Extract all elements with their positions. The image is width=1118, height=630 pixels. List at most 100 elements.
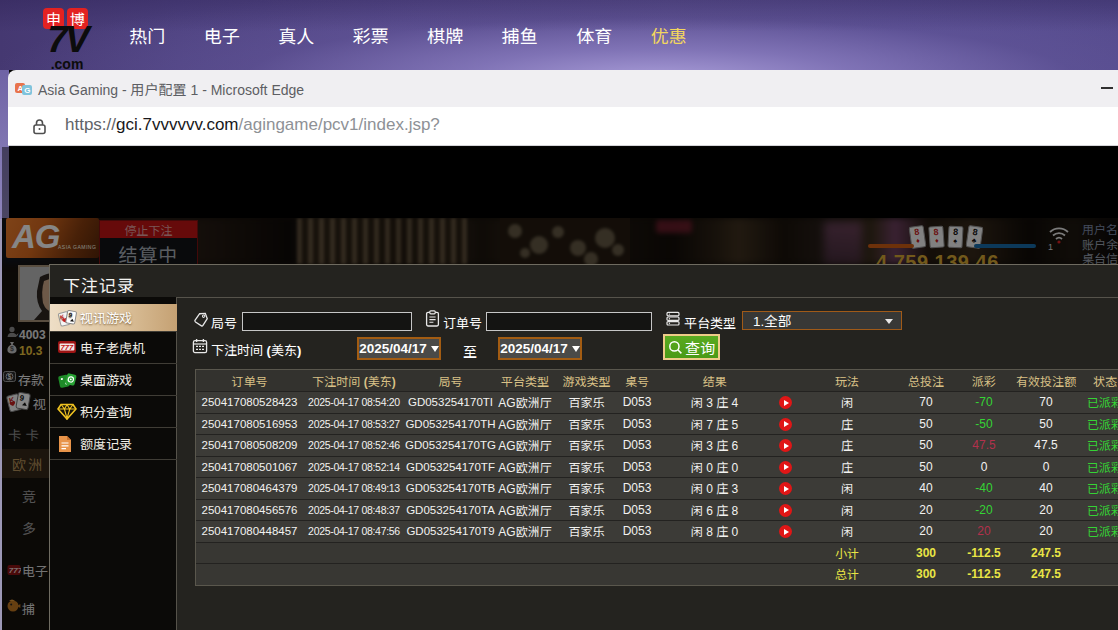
col-header-7: 结果 — [655, 370, 774, 391]
menu-item-label: 桌面游戏 — [80, 370, 132, 389]
tag-icon — [193, 312, 209, 332]
nav-item-4[interactable]: 彩票 — [334, 22, 409, 48]
date-to-value: 2025/04/17 — [500, 341, 568, 356]
cell-game: 百家乐 — [554, 414, 619, 435]
search-button-label: 查询 — [685, 337, 715, 358]
cell-status: 已派彩 — [1078, 435, 1118, 456]
replay-icon[interactable] — [779, 461, 792, 474]
order-number-input[interactable] — [486, 312, 652, 331]
panel-menu-container: K9视讯游戏 777 电子老虎机桌面游戏积分查询额度记录 — [50, 297, 177, 630]
edge-titlebar[interactable]: A G Asia Gaming - 用户配置 1 - Microsoft Edg… — [8, 70, 1118, 107]
menu-item-2[interactable]: 777 电子老虎机 — [50, 332, 177, 364]
replay-icon[interactable] — [779, 396, 792, 409]
nav-item-5[interactable]: 棋牌 — [408, 22, 483, 48]
menu-item-3[interactable]: 桌面游戏 — [50, 364, 177, 396]
subtotal-label: 小计 — [796, 543, 898, 564]
empty-cell — [655, 543, 774, 564]
replay-cell — [774, 521, 796, 542]
empty-cell — [303, 543, 405, 564]
replay-icon[interactable] — [779, 482, 792, 495]
replay-icon[interactable] — [779, 525, 792, 538]
empty-cell — [496, 564, 554, 585]
menu-item-4[interactable]: 积分查询 — [50, 396, 177, 428]
cell-order: 250417080448457 — [196, 521, 303, 542]
total-label: 总计 — [796, 564, 898, 585]
cell-payout: -70 — [954, 392, 1014, 413]
empty-cell — [655, 564, 774, 585]
nav-item-8[interactable]: 优惠 — [632, 22, 707, 48]
menu-item-label: 电子老虎机 — [80, 338, 145, 357]
menu-item-label: 视讯游戏 — [80, 308, 132, 327]
empty-cell — [774, 543, 796, 564]
subtotal-bet: 300 — [898, 543, 954, 564]
replay-icon[interactable] — [779, 439, 792, 452]
cell-game: 百家乐 — [554, 500, 619, 521]
cell-game: 百家乐 — [554, 521, 619, 542]
empty-cell — [1078, 543, 1118, 564]
cell-platform: AG欧洲厅 — [496, 414, 554, 435]
bet-table-header: 订单号下注时间 (美东)局号平台类型游戏类型桌号结果玩法总投注派彩有效投注额状态 — [196, 370, 1118, 391]
cell-bet: 20 — [898, 500, 954, 521]
cell-order: 250417080516953 — [196, 414, 303, 435]
date-from-select[interactable]: 2025/04/17 — [357, 337, 441, 360]
svg-text:777: 777 — [61, 340, 74, 351]
cell-result: 闲 0 庄 0 — [655, 457, 774, 478]
search-button[interactable]: 查询 — [663, 334, 720, 360]
cell-platform: AG欧洲厅 — [496, 478, 554, 499]
col-header-1: 订单号 — [196, 370, 303, 391]
cell-bet: 20 — [898, 521, 954, 542]
empty-cell — [554, 564, 619, 585]
menu-item-5[interactable]: 额度记录 — [50, 428, 177, 460]
site-nav: 热门电子真人彩票棋牌捕鱼体育优惠 — [110, 0, 750, 70]
subtotal-payout: -112.5 — [954, 543, 1014, 564]
cell-result: 闲 8 庄 0 — [655, 521, 774, 542]
cards-icon: K9 — [57, 309, 77, 327]
date-to-select[interactable]: 2025/04/17 — [498, 337, 582, 360]
menu-item-label: 积分查询 — [80, 402, 132, 421]
cell-valid: 70 — [1014, 392, 1078, 413]
nav-item-7[interactable]: 体育 — [557, 22, 632, 48]
order-number-label: 订单号 — [443, 313, 482, 332]
date-to-arrow-icon — [572, 346, 580, 352]
cell-table: D053 — [619, 500, 655, 521]
calendar-icon — [192, 338, 208, 358]
cell-game: 百家乐 — [554, 457, 619, 478]
cell-bet: 50 — [898, 435, 954, 456]
empty-cell — [554, 543, 619, 564]
platform-type-select[interactable]: 1.全部 — [742, 311, 902, 330]
cell-bet: 70 — [898, 392, 954, 413]
cell-platform: AG欧洲厅 — [496, 435, 554, 456]
lock-icon[interactable] — [31, 118, 48, 139]
cell-order: 250417080508209 — [196, 435, 303, 456]
cell-platform: AG欧洲厅 — [496, 521, 554, 542]
replay-icon[interactable] — [779, 418, 792, 431]
col-header-4: 平台类型 — [496, 370, 554, 391]
edge-urlbar: https://gci.7vvvvvv.com/agingame/pcv1/in… — [8, 107, 1118, 146]
total-valid: 247.5 — [1014, 564, 1078, 585]
url-text[interactable]: https://gci.7vvvvvv.com/agingame/pcv1/in… — [65, 115, 440, 135]
cell-table: D053 — [619, 521, 655, 542]
round-number-input[interactable] — [242, 312, 412, 331]
cell-play: 闲 — [796, 478, 898, 499]
replay-cell — [774, 392, 796, 413]
minimize-button[interactable] — [1101, 87, 1113, 89]
cell-valid: 20 — [1014, 521, 1078, 542]
subtotal-row: 小计300-112.5247.5 — [196, 542, 1118, 564]
cell-round: GD053254170TF — [405, 457, 496, 478]
nav-item-3[interactable]: 真人 — [259, 22, 334, 48]
url-scheme: https:// — [65, 115, 116, 134]
cell-order: 250417080456576 — [196, 500, 303, 521]
cell-payout: 47.5 — [954, 435, 1014, 456]
empty-cell — [196, 564, 303, 585]
nav-item-1[interactable]: 热门 — [110, 22, 185, 48]
cell-valid: 50 — [1014, 414, 1078, 435]
nav-item-2[interactable]: 电子 — [185, 22, 260, 48]
site-logo[interactable]: 申 博 7V .com — [36, 6, 98, 68]
cell-result: 闲 6 庄 8 — [655, 500, 774, 521]
bet-row: 2504170805169532025-04-17 08:53:27GD0532… — [196, 413, 1118, 435]
screenshot-stage: 申 博 7V .com 热门电子真人彩票棋牌捕鱼体育优惠 AG ASIA GAM… — [0, 0, 1118, 630]
nav-item-6[interactable]: 捕鱼 — [483, 22, 558, 48]
menu-item-1[interactable]: K9视讯游戏 — [50, 304, 177, 332]
replay-icon[interactable] — [779, 504, 792, 517]
cell-round: GD053254170TH — [405, 414, 496, 435]
